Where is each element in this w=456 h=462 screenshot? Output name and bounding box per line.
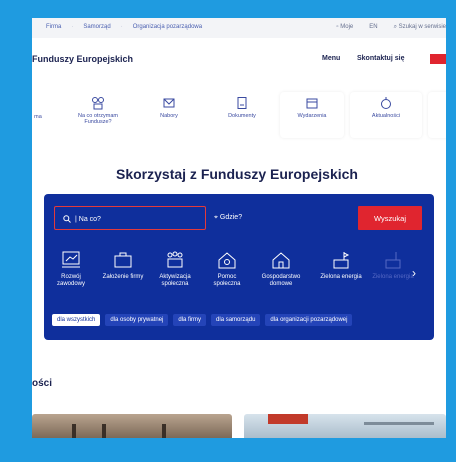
image-detail [268, 414, 308, 424]
news-image-2[interactable] [244, 414, 446, 438]
search-icon [63, 215, 71, 223]
image-detail [162, 424, 166, 438]
site-title[interactable]: Funduszy Europejskich [32, 54, 133, 64]
business-icon [114, 252, 132, 268]
nav-item-cut[interactable]: ma [32, 114, 44, 160]
what-search-input[interactable]: | Na co? [54, 206, 206, 230]
nav-item-funds[interactable]: Na co otrzymam Fundusze? [70, 92, 126, 138]
search-panel: | Na co? ⌖ Gdzie? Wyszukaj Rozwój zawodo… [44, 194, 434, 340]
nav-item-calls[interactable]: Nabory [144, 92, 194, 138]
site-header: Funduszy Europejskich Menu Skontaktuj si… [32, 38, 446, 80]
language-switch[interactable]: EN [369, 24, 377, 31]
chip-for-everyone[interactable]: dla wszystkich [52, 314, 101, 326]
nav-item-events[interactable]: Wydarzenia [280, 92, 344, 138]
documents-icon [237, 97, 247, 109]
news-image-1[interactable] [32, 414, 232, 438]
menu-button[interactable]: Menu [322, 55, 340, 62]
chip-local-government[interactable]: dla samorządu [211, 314, 261, 326]
green-energy-icon [333, 252, 350, 269]
home-help-icon [218, 252, 236, 269]
audience-filter-chips: dla wszystkich dla osoby prywatnej dla f… [52, 314, 353, 326]
search-icon: ⌕ [393, 24, 397, 30]
category-career[interactable]: Rozwój zawodowy [48, 250, 94, 288]
news-section-title: ości [32, 378, 53, 389]
browser-viewport: Firma · Samorząd · Organizacja pozarządo… [32, 18, 446, 438]
nav-item-news[interactable]: Aktualności [350, 92, 422, 138]
category-household[interactable]: Gospodarstwo domowe [258, 250, 304, 288]
nav-item-more[interactable] [428, 92, 446, 138]
image-detail [102, 424, 106, 438]
search-button[interactable]: Wyszukaj [358, 206, 422, 230]
chip-ngo[interactable]: dla organizacji pozarządowej [265, 314, 353, 326]
my-account-link[interactable]: ▫ Moje [336, 24, 353, 31]
topbar-link-ngo[interactable]: Organizacja pozarządowa [133, 24, 202, 30]
category-green-energy[interactable]: Zielona energia [318, 250, 364, 281]
site-search-link[interactable]: ⌕ Szukaj w serwisie [394, 24, 446, 31]
calendar-icon [306, 98, 318, 109]
quick-nav: ma Na co otrzymam Fundusze? Nabory Dokum… [32, 92, 446, 140]
community-icon [167, 251, 183, 268]
flag-icon [430, 54, 446, 64]
hero-title: Skorzystaj z Funduszy Europejskich [116, 166, 358, 182]
user-icon: ▫ [336, 24, 339, 30]
separator: · [71, 24, 74, 30]
chip-company[interactable]: dla firmy [173, 314, 207, 326]
career-icon [62, 251, 80, 268]
category-social-help[interactable]: Pomoc społeczna [204, 250, 250, 288]
category-business[interactable]: Założenie firmy [100, 250, 146, 281]
top-utility-bar: Firma · Samorząd · Organizacja pozarządo… [32, 18, 446, 38]
household-icon [272, 252, 290, 269]
category-community[interactable]: Aktywizacja społeczna [152, 250, 198, 288]
where-search-input[interactable]: ⌖ Gdzie? [208, 206, 356, 230]
nav-item-documents[interactable]: Dokumenty [212, 92, 272, 138]
separator: · [120, 24, 123, 30]
contact-link[interactable]: Skontaktuj się [357, 55, 404, 62]
calls-icon [163, 98, 175, 108]
chip-private-person[interactable]: dla osoby prywatnej [105, 314, 169, 326]
news-icon [381, 97, 391, 109]
image-detail [364, 422, 434, 425]
image-detail [72, 424, 76, 438]
funds-icon [92, 97, 104, 110]
location-pin-icon: ⌖ [214, 214, 218, 221]
category-green-energy-faded[interactable]: Zielona energia [370, 250, 416, 281]
topbar-link-firma[interactable]: Firma [46, 24, 61, 30]
topbar-link-samorzad[interactable]: Samorząd [83, 24, 110, 30]
chevron-right-icon[interactable]: › [412, 266, 416, 280]
green-energy-icon [385, 252, 401, 269]
category-carousel: Rozwój zawodowy Założenie firmy Aktywiza… [48, 250, 428, 300]
